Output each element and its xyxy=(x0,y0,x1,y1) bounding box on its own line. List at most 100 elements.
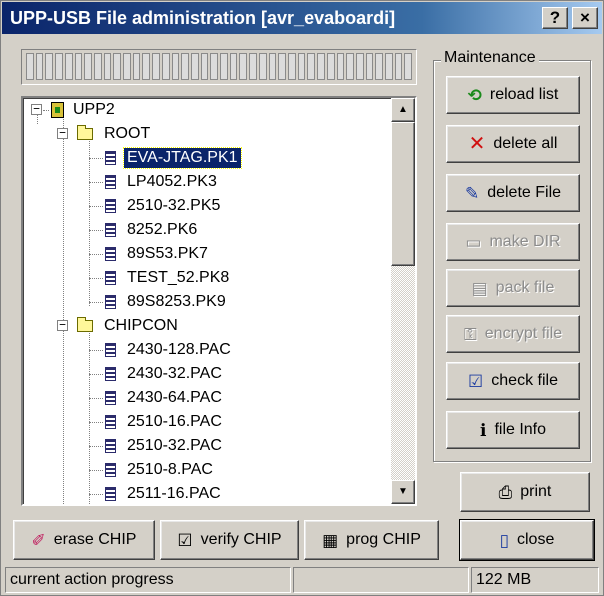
file-icon xyxy=(105,343,116,357)
info-icon: ℹ xyxy=(479,420,487,440)
button-label: close xyxy=(517,531,555,548)
tree-node-label: ROOT xyxy=(104,125,151,142)
file-icon xyxy=(105,223,116,237)
encrypt-icon: ⚿ xyxy=(463,324,477,344)
file-icon xyxy=(105,391,116,405)
tree-node-label: 2430-32.PAC xyxy=(127,365,222,382)
file-info-button[interactable]: ℹ file Info xyxy=(446,411,580,449)
pack-icon: ▤ xyxy=(471,278,488,298)
status-middle-panel xyxy=(293,567,469,593)
folder-icon xyxy=(77,317,93,332)
title-bar[interactable]: UPP-USB File administration [avr_evaboar… xyxy=(2,2,602,34)
file-icon xyxy=(105,295,116,309)
pack-file-button[interactable]: ▤ pack file xyxy=(446,269,580,307)
red-x-icon: ✕ xyxy=(468,133,486,155)
tree-node-label: EVA-JTAG.PK1 xyxy=(123,147,242,169)
status-memory: 122 MB xyxy=(471,567,599,593)
tree-node-label: 89S8253.PK9 xyxy=(127,293,226,310)
tree-node-file[interactable]: 89S8253.PK9 xyxy=(105,290,229,314)
encrypt-file-button[interactable]: ⚿ encrypt file xyxy=(446,315,580,353)
tree-node-label: 2510-32.PAC xyxy=(127,437,222,454)
check-file-icon: ☑ xyxy=(468,371,484,391)
tree-node-label: 2510-32.PK5 xyxy=(127,197,221,214)
button-label: delete all xyxy=(493,135,558,152)
file-icon xyxy=(105,247,116,261)
button-label: file Info xyxy=(494,421,547,438)
delete-all-button[interactable]: ✕ delete all xyxy=(446,125,580,163)
button-label: pack file xyxy=(495,279,555,296)
tree-node-file[interactable]: 2510-32.PAC xyxy=(105,434,225,458)
file-icon xyxy=(105,463,116,477)
button-label: check file xyxy=(491,372,558,389)
tree-node-file[interactable]: 2430-32.PAC xyxy=(105,362,225,386)
verify-chip-button[interactable]: ☑ verify CHIP xyxy=(160,520,299,560)
door-exit-icon: ▯ xyxy=(499,530,509,550)
file-icon xyxy=(105,199,116,213)
file-icon xyxy=(105,151,116,165)
tree-node-label: LP4052.PK3 xyxy=(127,173,217,190)
printer-icon: ⎙ xyxy=(498,482,513,502)
tree-node-file[interactable]: TEST_52.PK8 xyxy=(105,266,232,290)
tree-node-label: 2511-16.PAC xyxy=(127,485,221,502)
tree-node-label: UPP2 xyxy=(73,101,115,118)
file-tree-view[interactable]: − UPP2 − ROOT EVA-JTAG.PK1 LP4052.PK3 25… xyxy=(21,96,417,506)
action-progress-bar xyxy=(21,49,417,85)
expand-toggle-upp2[interactable]: − xyxy=(31,103,42,115)
tree-node-file[interactable]: 8252.PK6 xyxy=(105,218,200,242)
prog-chip-button[interactable]: ▦ prog CHIP xyxy=(304,520,439,560)
tree-node-label: 2430-64.PAC xyxy=(127,389,222,406)
file-administration-window: UPP-USB File administration [avr_evaboar… xyxy=(0,0,604,596)
tree-node-file[interactable]: EVA-JTAG.PK1 xyxy=(105,146,242,170)
scroll-up-arrow-icon[interactable]: ▲ xyxy=(391,98,415,122)
tree-node-file[interactable]: 2510-16.PAC xyxy=(105,410,225,434)
button-label: delete File xyxy=(487,184,562,201)
tree-node-file[interactable]: 2511-16.PAC xyxy=(105,482,224,504)
scroll-down-arrow-icon[interactable]: ▼ xyxy=(391,480,415,504)
reload-icon: ⟲ xyxy=(467,85,482,105)
reload-list-button[interactable]: ⟲ reload list xyxy=(446,76,580,114)
drive-icon xyxy=(51,102,64,118)
erase-chip-button[interactable]: ✐ erase CHIP xyxy=(13,520,155,560)
chip-icon: ▦ xyxy=(322,530,339,550)
print-button[interactable]: ⎙ print xyxy=(460,472,590,512)
tree-node-file[interactable]: 2510-32.PK5 xyxy=(105,194,223,218)
tree-node-label: 2430-128.PAC xyxy=(127,341,231,358)
button-label: encrypt file xyxy=(484,325,563,342)
tree-vertical-scrollbar[interactable]: ▲ ▼ xyxy=(391,98,415,504)
check-file-button[interactable]: ☑ check file xyxy=(446,362,580,400)
delete-file-button[interactable]: ✎ delete File xyxy=(446,174,580,212)
make-dir-button[interactable]: ▭ make DIR xyxy=(446,223,580,261)
file-icon xyxy=(105,439,116,453)
maintenance-group-title: Maintenance xyxy=(441,49,539,67)
tree-node-label: 8252.PK6 xyxy=(127,221,198,238)
tree-node-label: TEST_52.PK8 xyxy=(127,269,230,286)
file-icon xyxy=(105,367,116,381)
file-icon xyxy=(105,487,116,501)
help-button[interactable]: ? xyxy=(542,7,568,29)
folder-icon: ▭ xyxy=(465,232,482,252)
tree-node-label: 89S53.PK7 xyxy=(127,245,208,262)
tree-node-file[interactable]: 2430-128.PAC xyxy=(105,338,234,362)
close-button[interactable]: ▯ close xyxy=(459,519,595,561)
tree-node-file[interactable]: 89S53.PK7 xyxy=(105,242,211,266)
scrollbar-thumb[interactable] xyxy=(391,122,415,266)
window-title: UPP-USB File administration [avr_evaboar… xyxy=(10,8,396,28)
button-label: prog CHIP xyxy=(346,531,421,548)
button-label: reload list xyxy=(489,86,559,103)
expand-toggle-root[interactable]: − xyxy=(57,127,68,139)
expand-toggle-chipcon[interactable]: − xyxy=(57,319,68,331)
folder-icon xyxy=(77,125,93,140)
verify-checklist-icon: ☑ xyxy=(177,530,193,550)
tree-node-file[interactable]: 2430-64.PAC xyxy=(105,386,225,410)
eraser-icon: ✐ xyxy=(31,530,46,550)
status-action-progress: current action progress xyxy=(5,567,291,593)
tree-node-root-drive[interactable]: UPP2 xyxy=(51,98,118,122)
tree-node-file[interactable]: 2510-8.PAC xyxy=(105,458,216,482)
tree-node-file[interactable]: LP4052.PK3 xyxy=(105,170,220,194)
tree-node-folder[interactable]: ROOT xyxy=(77,122,153,146)
file-icon xyxy=(105,175,116,189)
window-close-button[interactable]: × xyxy=(572,7,598,29)
tree-node-label: 2510-16.PAC xyxy=(127,413,222,430)
maintenance-group xyxy=(433,60,591,462)
tree-node-folder[interactable]: CHIPCON xyxy=(77,314,181,338)
